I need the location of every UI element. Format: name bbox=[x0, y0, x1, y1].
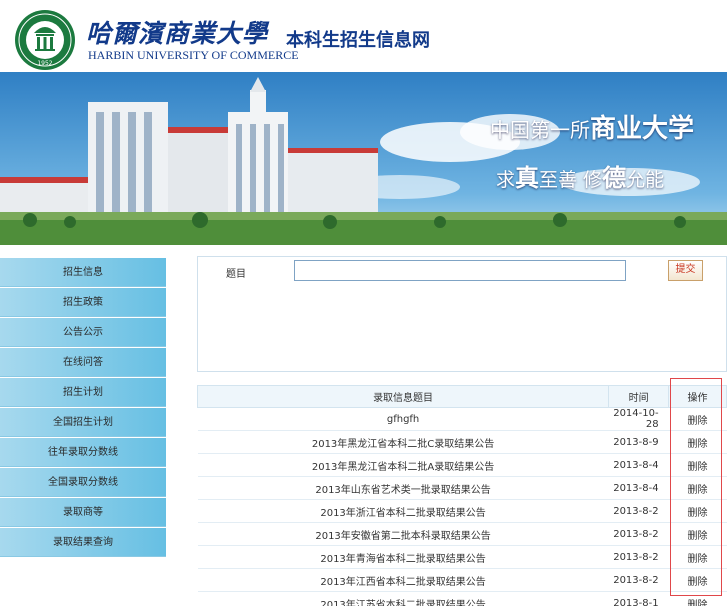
banner-slogan-2: 求真至善 修德允能 bbox=[496, 158, 664, 193]
delete-link[interactable]: 删除 bbox=[688, 485, 708, 496]
table-row: 2013年安徽省第二批本科录取结果公告 2013-8-2 删除 bbox=[197, 522, 727, 546]
sidebar-item-result-query[interactable]: 录取结果查询 bbox=[0, 528, 166, 557]
delete-link[interactable]: 删除 bbox=[688, 416, 708, 427]
row-title[interactable]: 2013年浙江省本科二批录取结果公告 bbox=[197, 499, 609, 523]
row-time: 2013-8-9 bbox=[608, 430, 669, 454]
sidebar-item-admission-ranking[interactable]: 录取商等 bbox=[0, 498, 166, 527]
sidebar-item-admission-policy[interactable]: 招生政策 bbox=[0, 288, 166, 317]
admission-results-table: 录取信息题目 时间 操作 gfhgfh 2014-10-28 删除 2013年黑… bbox=[196, 385, 727, 606]
table-row: gfhgfh 2014-10-28 删除 bbox=[197, 407, 727, 431]
sidebar-item-national-score-lines[interactable]: 全国录取分数线 bbox=[0, 468, 166, 497]
title-form-row: 题目 提交 bbox=[197, 256, 727, 284]
slogan-2-part-c: 至善 修 bbox=[539, 169, 603, 191]
university-seal-logo[interactable]: 1952 bbox=[14, 9, 76, 71]
table-row: 2013年青海省本科二批录取结果公告 2013-8-2 删除 bbox=[197, 545, 727, 569]
row-title[interactable]: 2013年江苏省本科二批录取结果公告 bbox=[197, 591, 609, 606]
slogan-2-part-d: 德 bbox=[602, 164, 627, 192]
seal-year: 1952 bbox=[37, 60, 52, 67]
delete-link[interactable]: 删除 bbox=[688, 577, 708, 588]
row-time: 2014-10-28 bbox=[608, 407, 669, 431]
delete-link[interactable]: 删除 bbox=[688, 600, 708, 606]
table-row: 2013年江西省本科二批录取结果公告 2013-8-2 删除 bbox=[197, 568, 727, 592]
row-title[interactable]: gfhgfh bbox=[197, 407, 609, 431]
slogan-2-part-b: 真 bbox=[515, 164, 540, 192]
sidebar-nav: 招生信息 招生政策 公告公示 在线问答 招生计划 全国招生计划 往年录取分数线 … bbox=[0, 258, 166, 558]
delete-link[interactable]: 删除 bbox=[688, 439, 708, 450]
row-time: 2013-8-1 bbox=[608, 591, 669, 606]
row-time: 2013-8-2 bbox=[608, 545, 669, 569]
table-row: 2013年黑龙江省本科二批C录取结果公告 2013-8-9 删除 bbox=[197, 430, 727, 454]
table-row: 2013年江苏省本科二批录取结果公告 2013-8-1 删除 bbox=[197, 591, 727, 606]
row-time: 2013-8-4 bbox=[608, 453, 669, 477]
row-time: 2013-8-2 bbox=[608, 499, 669, 523]
row-title[interactable]: 2013年山东省艺术类一批录取结果公告 bbox=[197, 476, 609, 500]
table-row: 2013年黑龙江省本科二批A录取结果公告 2013-8-4 删除 bbox=[197, 453, 727, 477]
banner-slogan-1: 中国第一所商业大学 bbox=[490, 108, 694, 145]
main-content: 题目 提交 bbox=[197, 256, 727, 372]
row-title[interactable]: 2013年青海省本科二批录取结果公告 bbox=[197, 545, 609, 569]
campus-banner: 中国第一所商业大学 求真至善 修德允能 bbox=[0, 72, 727, 245]
delete-link[interactable]: 删除 bbox=[688, 462, 708, 473]
table-header-row: 录取信息题目 时间 操作 bbox=[196, 385, 727, 408]
delete-link[interactable]: 删除 bbox=[688, 508, 708, 519]
sidebar-item-online-qa[interactable]: 在线问答 bbox=[0, 348, 166, 377]
sidebar-item-past-score-lines[interactable]: 往年录取分数线 bbox=[0, 438, 166, 467]
row-title[interactable]: 2013年黑龙江省本科二批C录取结果公告 bbox=[197, 430, 609, 454]
row-time: 2013-8-4 bbox=[608, 476, 669, 500]
row-time: 2013-8-2 bbox=[608, 522, 669, 546]
content-area bbox=[197, 284, 727, 372]
submit-button[interactable]: 提交 bbox=[668, 260, 703, 281]
slogan-2-part-e: 允能 bbox=[626, 169, 665, 191]
site-title: 本科生招生信息网 bbox=[286, 30, 430, 51]
row-title[interactable]: 2013年江西省本科二批录取结果公告 bbox=[197, 568, 609, 592]
column-header-operation: 操作 bbox=[668, 385, 727, 408]
title-field-label: 题目 bbox=[226, 269, 246, 280]
row-time: 2013-8-2 bbox=[608, 568, 669, 592]
delete-link[interactable]: 删除 bbox=[688, 531, 708, 542]
site-header: 1952 哈爾濱商業大學 HARBIN UNIVERSITY OF COMMER… bbox=[0, 0, 727, 72]
sidebar-item-national-plan[interactable]: 全国招生计划 bbox=[0, 408, 166, 437]
table-row: 2013年山东省艺术类一批录取结果公告 2013-8-4 删除 bbox=[197, 476, 727, 500]
slogan-1-prefix: 中国第一所 bbox=[490, 118, 590, 142]
column-header-title: 录取信息题目 bbox=[196, 385, 610, 408]
slogan-1-emphasis: 商业大学 bbox=[590, 114, 695, 144]
sidebar-item-admission-info[interactable]: 招生信息 bbox=[0, 258, 166, 287]
sidebar-item-announcements[interactable]: 公告公示 bbox=[0, 318, 166, 347]
logo-chinese-name: 哈爾濱商業大學 bbox=[86, 19, 269, 48]
title-input[interactable] bbox=[294, 260, 626, 281]
slogan-2-part-a: 求 bbox=[496, 169, 516, 191]
sidebar-item-enrollment-plan[interactable]: 招生计划 bbox=[0, 378, 166, 407]
logo-english-name: HARBIN UNIVERSITY OF COMMERCE bbox=[88, 48, 299, 62]
column-header-time: 时间 bbox=[608, 385, 670, 408]
row-title[interactable]: 2013年安徽省第二批本科录取结果公告 bbox=[197, 522, 609, 546]
row-title[interactable]: 2013年黑龙江省本科二批A录取结果公告 bbox=[197, 453, 609, 477]
delete-link[interactable]: 删除 bbox=[688, 554, 708, 565]
table-row: 2013年浙江省本科二批录取结果公告 2013-8-2 删除 bbox=[197, 499, 727, 523]
